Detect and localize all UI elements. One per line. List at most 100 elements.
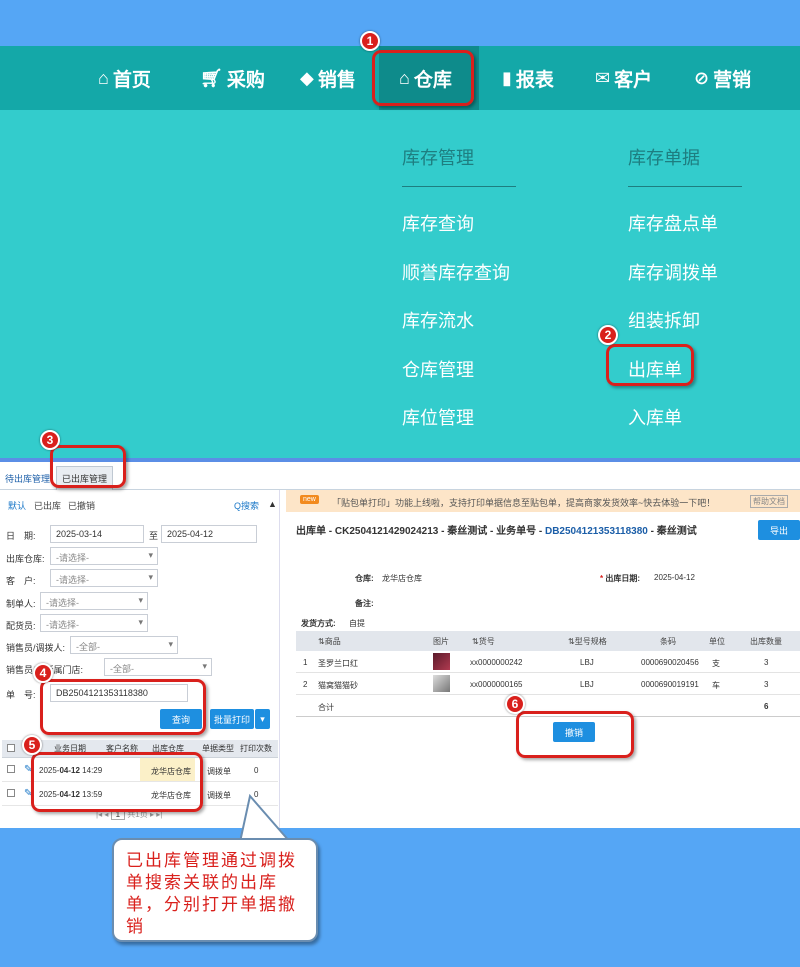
nav-item-home[interactable]: ⌂ 首页 [98,46,151,110]
batch-print-button[interactable]: 批量打印 [210,709,254,729]
row-type: 调拨单 [207,791,231,800]
col-header: ⇅型号规格 [568,637,607,646]
highlight-done-tab [50,445,126,488]
tab-pending-outbound[interactable]: 待出库管理 [0,466,55,490]
remark-label: 备注: [355,599,374,608]
shipping-value: 自提 [349,619,365,628]
outbound-date-value: 2025-04-12 [654,573,695,582]
step-badge-5: 5 [22,735,42,755]
nav-item-customers[interactable]: ✉ 客户 [595,46,652,110]
export-button[interactable]: 导出 [758,520,800,540]
business-order-link[interactable]: DB2504121353118380 [545,526,648,537]
menu-item-transfer[interactable]: 库存调拨单 [628,259,718,285]
instruction-callout: 已出库管理通过调拨单搜索关联的出库单，分别打开单据撤销 [112,838,318,942]
step-badge-6: 6 [505,694,525,714]
step-badge-4: 4 [33,663,53,683]
product-sku: xx0000000165 [470,680,523,689]
menu-item-stock-flow[interactable]: 库存流水 [402,307,474,333]
col-header[interactable]: 单据类型 [202,743,234,754]
home-icon: ⌂ [98,67,109,88]
product-spec: LBJ [580,658,594,667]
step-badge-1: 1 [360,31,380,51]
help-doc-link[interactable]: 帮助文档 [750,495,788,508]
outbound-date-label: * 出库日期: [600,574,641,583]
nav-item-sales[interactable]: ◆ 销售 [300,46,356,110]
col-header: 单位 [709,637,725,646]
clipboard-icon: ▮ [502,67,512,88]
col-header: ⇅商品 [318,637,341,646]
product-name: 猫窝猫猫砂 [318,681,358,690]
product-barcode: 0000690020456 [641,658,699,667]
total-qty: 6 [764,702,769,711]
subtab-cancelled[interactable]: 已撤销 [68,499,95,512]
col-header: ⇅货号 [472,637,495,646]
detail-table-header: ⇅商品 图片 ⇅货号 ⇅型号规格 条码 单位 出库数量 [296,631,800,651]
col-header[interactable]: 打印次数 [240,743,272,754]
product-unit: 支 [712,659,720,668]
table-row: 2 猫窝猫猫砂 xx0000000165 LBJ 0000690019191 车… [296,673,800,695]
subtab-default[interactable]: 默认 [8,499,26,512]
menu-item-stock-query[interactable]: 库存查询 [402,210,474,236]
field-label: 制单人: [6,599,36,609]
creator-select[interactable]: -请选择- [40,592,148,610]
row-checkbox[interactable] [7,765,15,773]
divider [628,186,742,187]
row-count: 0 [254,766,259,775]
menu-item-assembly[interactable]: 组装拆卸 [628,307,700,333]
field-label: 配货员: [6,621,36,631]
store-select[interactable]: -全部- [104,658,212,676]
product-qty: 3 [764,680,769,689]
highlight-order-search [40,679,206,735]
discount-tag-icon: ⊘ [694,67,710,88]
product-thumbnail [433,653,450,670]
row-index: 1 [303,658,308,667]
date-label: 日 期: [6,531,36,541]
shipping-label: 发货方式: [301,619,336,628]
nav-item-reports[interactable]: ▮ 报表 [502,46,554,110]
row-type: 调拨单 [207,767,231,776]
callout-pointer [238,794,293,844]
nav-item-purchase[interactable]: 🛒︎ 采购 [200,46,265,110]
banner-text: 「贴包单打印」功能上线啦，支持打印单据信息至贴包单，提高商家发货效率~快去体验一… [332,498,716,508]
menu-item-location-mgmt[interactable]: 库位管理 [402,404,474,430]
picker-select[interactable]: -请选择- [40,614,148,632]
new-badge: new [300,495,319,504]
collapse-icon[interactable]: ▲ [268,499,277,509]
menu-item-warehouse-mgmt[interactable]: 仓库管理 [402,356,474,382]
highlight-warehouse-nav [372,50,474,106]
menu-item-inbound[interactable]: 入库单 [628,404,682,430]
announcement-banner: new 「贴包单打印」功能上线啦，支持打印单据信息至贴包单，提高商家发货效率~快… [286,490,800,512]
row-index: 2 [303,680,308,689]
cart-icon: 🛒︎ [200,67,223,88]
row-checkbox[interactable] [7,789,15,797]
customer-select[interactable]: -请选择- [50,569,158,587]
total-label: 合计 [318,703,334,712]
warehouse-select[interactable]: -请选择- [50,547,158,565]
divider [402,186,516,187]
highlight-result-rows [31,752,203,812]
warehouse-value: 龙华店仓库 [382,574,422,583]
menu-item-stocktake[interactable]: 库存盘点单 [628,210,718,236]
col-header: 条码 [660,637,676,646]
search-toggle[interactable]: Q搜索 [234,499,259,512]
nav-item-marketing[interactable]: ⊘ 营销 [694,46,751,110]
select-all-checkbox[interactable] [7,744,15,752]
chevron-down-icon[interactable]: ▾ [255,709,270,729]
product-spec: LBJ [580,680,594,689]
table-row: 1 圣罗兰口红 xx0000000242 LBJ 0000690020456 支… [296,651,800,673]
highlight-cancel-button [516,711,634,758]
mail-icon: ✉ [595,67,611,88]
product-unit: 车 [712,681,720,690]
salesperson-select[interactable]: -全部- [70,636,178,654]
date-to-input[interactable]: 2025-04-12 [161,525,257,543]
product-barcode: 0000690019191 [641,680,699,689]
warehouse-label: 仓库: [355,574,374,583]
date-to-label: 至 [149,531,159,541]
subtab-outbound[interactable]: 已出库 [34,499,61,512]
warehouse-dropdown: 库存管理 库存查询 顺誉库存查询 库存流水 仓库管理 库位管理 库存单据 库存盘… [0,110,800,458]
date-from-input[interactable]: 2025-03-14 [50,525,144,543]
product-thumbnail [433,675,450,692]
tag-icon: ◆ [300,67,314,88]
menu-item-shunyu-stock[interactable]: 顺誉库存查询 [402,259,510,285]
product-name: 圣罗兰口红 [318,659,358,668]
